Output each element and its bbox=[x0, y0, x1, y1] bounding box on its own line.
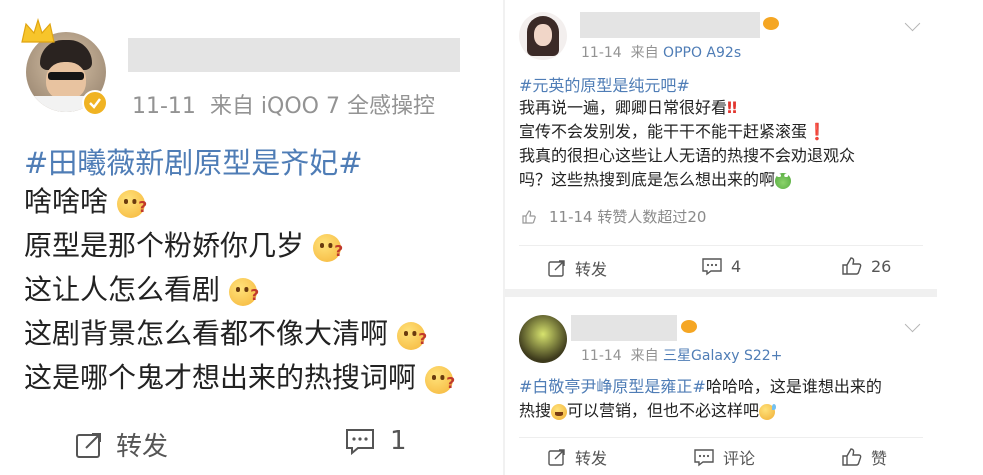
post-line: 我再说一遍，卿卿日常很好看‼ bbox=[519, 98, 738, 117]
comment-button[interactable]: 1 bbox=[344, 426, 407, 456]
verified-badge-icon bbox=[82, 90, 108, 116]
post-line: 这是哪个鬼才想出来的热搜词啊 bbox=[24, 356, 455, 405]
comment-icon bbox=[346, 429, 374, 456]
like-icon bbox=[842, 448, 862, 466]
repost-icon bbox=[76, 432, 101, 458]
post-line: 宣传不会发别发，能干干不能干赶紧滚蛋❗ bbox=[519, 122, 827, 141]
like-icon bbox=[522, 209, 536, 224]
like-label: 赞 bbox=[871, 449, 888, 468]
thinking-emoji-icon bbox=[228, 273, 259, 317]
post-line: 热搜 可以营销，但也不必这样吧 bbox=[519, 399, 882, 423]
repost-info[interactable]: 11-14 转赞人数超过20 bbox=[521, 206, 706, 227]
post-body: 我再说一遍，卿卿日常很好看‼ 宣传不会发别发，能干干不能干赶紧滚蛋❗ 我真的很担… bbox=[519, 96, 855, 192]
like-button[interactable]: 赞 bbox=[841, 445, 887, 469]
comment-icon bbox=[702, 258, 722, 276]
comment-button[interactable]: 评论 bbox=[693, 445, 755, 469]
thinking-emoji-icon bbox=[424, 361, 455, 405]
comment-label: 评论 bbox=[723, 449, 756, 468]
repost-button[interactable]: 转发 bbox=[74, 426, 168, 463]
exclamation-icon: ❗ bbox=[807, 122, 827, 141]
chevron-down-icon[interactable] bbox=[904, 316, 921, 333]
crown-icon bbox=[21, 18, 55, 43]
username-redacted bbox=[571, 315, 677, 341]
right-weibo-post-1: 11-14 来自 OPPO A92s #元英的原型是纯元吧# 我再说一遍，卿卿日… bbox=[505, 0, 937, 289]
divider bbox=[519, 245, 923, 246]
post-meta: 11-11 来自 iQOO 7 全感操控 bbox=[132, 88, 435, 120]
hashtag-link[interactable]: #元英的原型是纯元吧# bbox=[519, 72, 690, 96]
fan-badge-icon bbox=[763, 17, 779, 30]
source-prefix: 来自 bbox=[630, 348, 659, 364]
post-meta: 11-14 来自 OPPO A92s bbox=[581, 42, 741, 62]
divider bbox=[519, 437, 923, 438]
post-line: 我真的很担心这些让人无语的热搜不会劝退观众 bbox=[519, 146, 856, 165]
avatar[interactable] bbox=[519, 315, 567, 363]
thinking-emoji-icon bbox=[116, 185, 147, 229]
thinking-emoji-icon bbox=[396, 317, 427, 361]
post-body: #白敬亭尹峥原型是雍正#哈哈哈，这是谁想出来的 热搜 可以营销，但也不必这样吧 bbox=[519, 375, 882, 423]
repost-button[interactable]: 转发 bbox=[547, 445, 607, 469]
chevron-down-icon[interactable] bbox=[904, 15, 921, 32]
post-line: 这剧背景怎么看都不像大清啊 bbox=[24, 312, 453, 361]
post-line: 吗？这些热搜到底是怎么想出来的啊 bbox=[519, 168, 855, 192]
left-weibo-post: 11-11 来自 iQOO 7 全感操控 #田曦薇新剧原型是齐妃# 啥啥啥 原型… bbox=[0, 0, 503, 475]
post-source: 来自 iQOO 7 全感操控 bbox=[209, 94, 435, 119]
comment-count: 4 bbox=[731, 256, 742, 276]
source-prefix: 来自 bbox=[630, 45, 659, 61]
hashtag-link[interactable]: #田曦薇新剧原型是齐妃# bbox=[24, 140, 363, 182]
repost-label: 转发 bbox=[575, 449, 608, 468]
post-date: 11-11 bbox=[132, 94, 196, 119]
source-device[interactable]: OPPO A92s bbox=[663, 45, 741, 61]
sweat-emoji-icon bbox=[759, 403, 776, 420]
post-line: 原型是那个粉娇你几岁 bbox=[24, 224, 453, 273]
laughing-emoji-icon bbox=[551, 403, 568, 420]
repost-button[interactable]: 转发 bbox=[547, 256, 607, 280]
comment-count: 1 bbox=[390, 426, 407, 456]
like-icon bbox=[842, 257, 862, 275]
double-exclamation-icon: ‼ bbox=[727, 98, 738, 117]
post-body: 啥啥啥 原型是那个粉娇你几岁 这让人怎么看剧 这剧背景怎么看都不像大清啊 这是哪… bbox=[24, 180, 455, 405]
source-device[interactable]: 三星Galaxy S22+ bbox=[663, 348, 782, 364]
like-button[interactable]: 26 bbox=[841, 256, 891, 276]
post-date: 11-14 bbox=[581, 45, 622, 61]
post-meta: 11-14 来自 三星Galaxy S22+ bbox=[581, 345, 782, 365]
fan-badge-icon bbox=[681, 320, 697, 333]
post-line: #白敬亭尹峥原型是雍正#哈哈哈，这是谁想出来的 bbox=[519, 377, 882, 396]
post-line: 啥啥啥 bbox=[24, 180, 453, 229]
repost-icon bbox=[548, 449, 565, 466]
like-count: 26 bbox=[871, 256, 892, 276]
repost-label: 转发 bbox=[575, 260, 608, 279]
repost-icon bbox=[548, 260, 565, 277]
frog-emoji-icon bbox=[775, 172, 792, 189]
comment-button[interactable]: 4 bbox=[701, 256, 741, 276]
post-date: 11-14 bbox=[581, 348, 622, 364]
username-redacted bbox=[580, 12, 760, 38]
post-divider bbox=[505, 289, 937, 297]
comment-icon bbox=[694, 449, 714, 467]
repost-label: 转发 bbox=[116, 432, 169, 462]
post-line: 这让人怎么看剧 bbox=[24, 268, 453, 317]
thinking-emoji-icon bbox=[312, 229, 343, 273]
username-redacted bbox=[128, 38, 460, 72]
right-weibo-post-2: 11-14 来自 三星Galaxy S22+ #白敬亭尹峥原型是雍正#哈哈哈，这… bbox=[505, 297, 937, 475]
hashtag-link[interactable]: #白敬亭尹峥原型是雍正# bbox=[519, 377, 706, 396]
avatar[interactable] bbox=[519, 12, 567, 60]
